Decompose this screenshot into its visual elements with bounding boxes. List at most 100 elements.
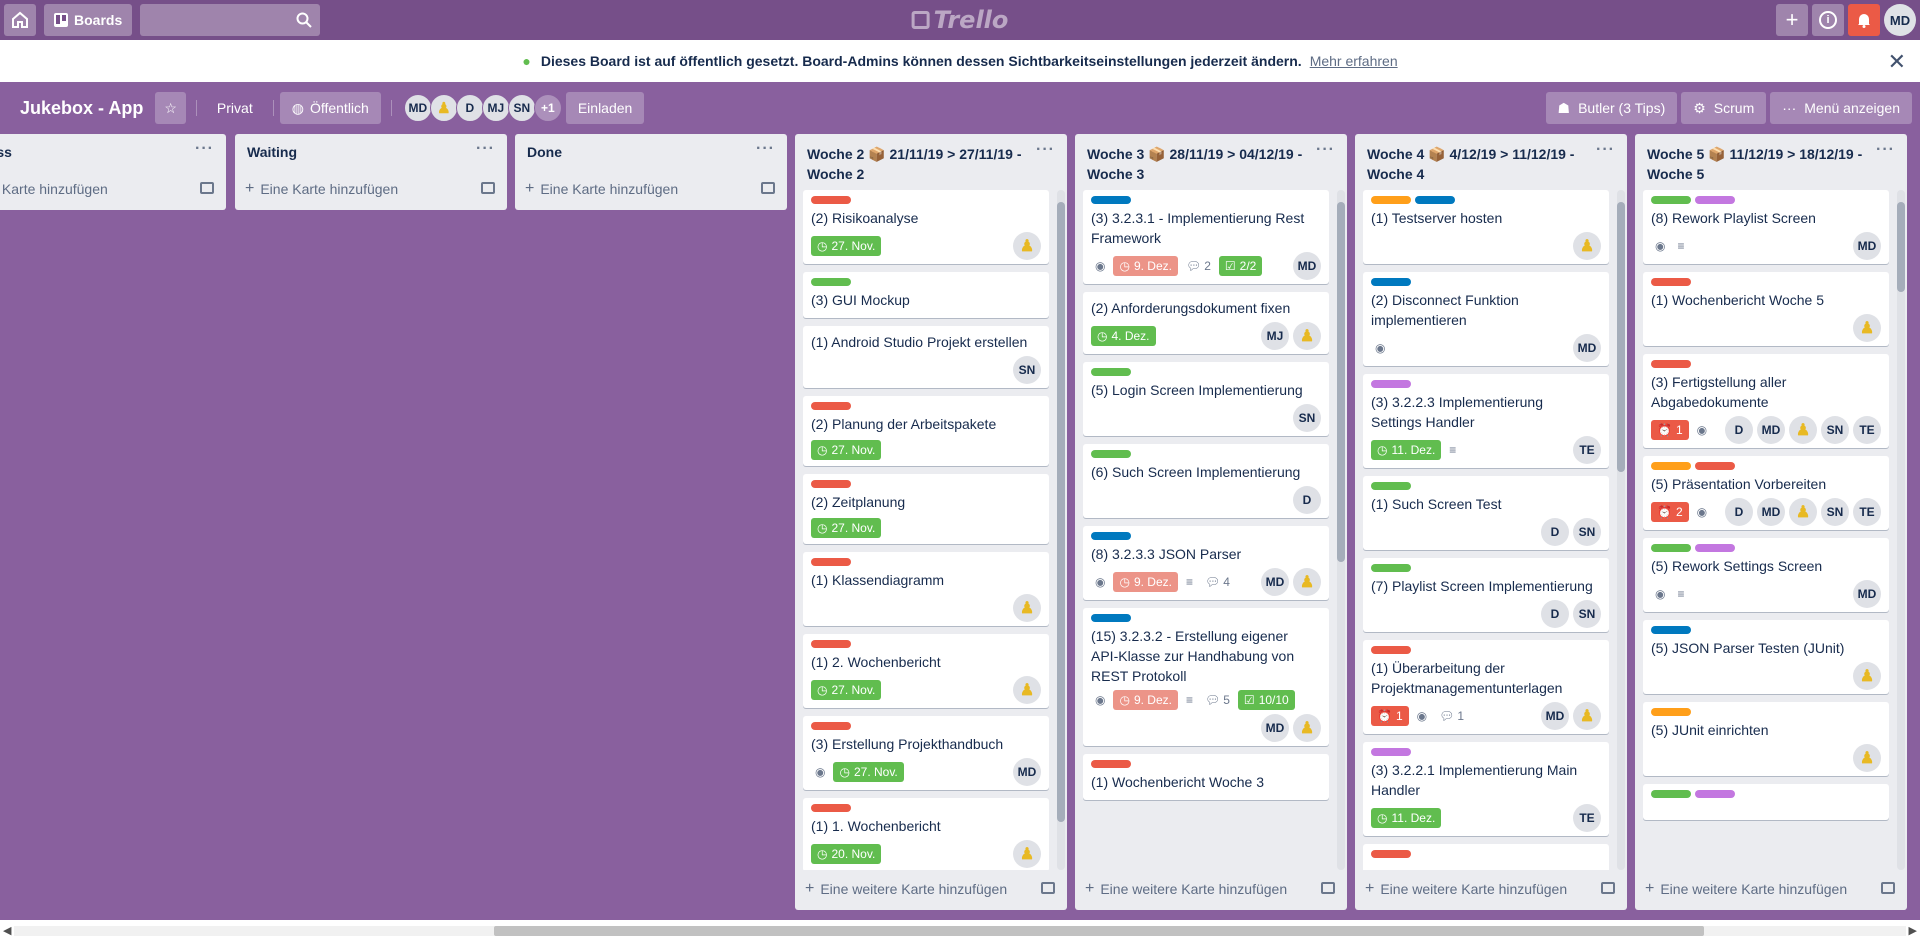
label-purple[interactable] <box>1695 196 1735 204</box>
member-avatar[interactable]: D <box>455 94 484 122</box>
label-purple[interactable] <box>1695 790 1735 798</box>
card[interactable]: (3) 3.2.3.1 - Implementierung Rest Frame… <box>1083 190 1329 284</box>
card[interactable]: (5) Login Screen Implementierung SN <box>1083 362 1329 436</box>
member-avatar-duck[interactable]: ♟ <box>1853 744 1881 772</box>
card[interactable]: (5) Rework Settings Screen ◉ ≡ MD <box>1643 538 1889 612</box>
card[interactable]: (3) 3.2.2.3 Implementierung Settings Han… <box>1363 374 1609 468</box>
member-avatar[interactable]: D <box>1541 518 1569 546</box>
scrum-button[interactable]: ⚙ Scrum <box>1681 92 1767 124</box>
label-blue[interactable] <box>1651 626 1691 634</box>
label-red[interactable] <box>1371 850 1411 858</box>
trello-logo[interactable]: Trello <box>911 6 1008 34</box>
more-members[interactable]: +1 <box>533 94 562 122</box>
member-avatar[interactable]: SN <box>1013 356 1041 384</box>
scroll-right-icon[interactable]: ▶ <box>1909 924 1917 937</box>
member-avatar-duck[interactable]: ♟ <box>1013 676 1041 704</box>
card[interactable]: (2) Zeitplanung ◷ 27. Nov. <box>803 474 1049 544</box>
due-date-badge[interactable]: ◷ 20. Nov. <box>811 844 882 864</box>
member-avatar[interactable]: MD <box>1013 758 1041 786</box>
list-header[interactable]: Woche 5 📦 11/12/19 > 18/12/19 - Woche 5 ·… <box>1635 134 1907 190</box>
list-scrollbar[interactable] <box>1617 190 1625 870</box>
card[interactable]: (1) Wochenbericht Woche 3 <box>1083 754 1329 800</box>
card-template-icon[interactable] <box>1321 882 1335 894</box>
card[interactable]: (8) Rework Playlist Screen ◉ ≡ MD <box>1643 190 1889 264</box>
member-avatar[interactable]: MD <box>1293 252 1321 280</box>
card-template-icon[interactable] <box>1881 882 1895 894</box>
member-avatar-duck[interactable]: ♟ <box>1293 714 1321 742</box>
card[interactable]: (8) 3.2.3.3 JSON Parser ◉ ◷ 9. Dez. ≡ 💬︎ 4 MD ♟ <box>1083 526 1329 600</box>
member-avatar-duck[interactable]: ♟ <box>1013 840 1041 868</box>
member-avatar[interactable]: MJ <box>481 94 510 122</box>
home-button[interactable] <box>4 4 36 36</box>
label-red[interactable] <box>811 640 851 648</box>
list-menu-icon[interactable]: ··· <box>1596 140 1615 160</box>
label-purple[interactable] <box>1371 748 1411 756</box>
label-green[interactable] <box>1371 564 1411 572</box>
member-avatar[interactable]: MD <box>1261 568 1289 596</box>
list-scrollbar-thumb[interactable] <box>1617 202 1625 472</box>
card[interactable]: (6) Such Screen Implementierung D <box>1083 444 1329 518</box>
label-red[interactable] <box>1371 646 1411 654</box>
list-title[interactable]: ogress <box>0 144 12 160</box>
label-red[interactable] <box>811 196 851 204</box>
label-blue[interactable] <box>1091 532 1131 540</box>
card[interactable]: (1) Such Screen Test D SN <box>1363 476 1609 550</box>
card[interactable]: (1) Überarbeitung der Projektmanagementu… <box>1363 640 1609 734</box>
add-card-button[interactable]: + Eine weitere Karte hinzufügen <box>1075 870 1347 908</box>
member-avatar[interactable]: SN <box>1821 416 1849 444</box>
card[interactable]: (1) 1. Wochenbericht ◷ 20. Nov. ♟ <box>803 798 1049 870</box>
card[interactable] <box>1643 784 1889 820</box>
card-template-icon[interactable] <box>481 182 495 194</box>
member-avatar[interactable]: SN <box>507 94 536 122</box>
member-avatar[interactable]: MD <box>403 94 432 122</box>
list-title[interactable]: Woche 2 📦 21/11/19 > 27/11/19 - Woche 2 <box>807 144 1055 184</box>
label-blue[interactable] <box>1371 278 1411 286</box>
card[interactable]: (5) Präsentation Vorbereiten ⏰ 2 ◉ D MD ♟ SN TE <box>1643 456 1889 530</box>
member-avatar[interactable]: D <box>1293 486 1321 514</box>
board-title[interactable]: Jukebox - App <box>12 98 151 119</box>
list-scrollbar-thumb[interactable] <box>1337 202 1345 562</box>
card[interactable]: (1) Wochenbericht Woche 5 ♟ <box>1643 272 1889 346</box>
boards-button[interactable]: Boards <box>44 4 133 36</box>
member-avatar[interactable]: MD <box>1757 498 1785 526</box>
list-title[interactable]: Woche 3 📦 28/11/19 > 04/12/19 - Woche 3 <box>1087 144 1335 184</box>
label-red[interactable] <box>1651 278 1691 286</box>
add-card-button[interactable]: + Eine Karte hinzufügen <box>235 170 507 208</box>
list-scrollbar[interactable] <box>1057 190 1065 870</box>
member-avatar-duck[interactable]: ♟ <box>1013 232 1041 260</box>
label-purple[interactable] <box>1695 544 1735 552</box>
label-orange[interactable] <box>1371 196 1411 204</box>
card[interactable]: (15) 3.2.3.2 - Erstellung eigener API-Kl… <box>1083 608 1329 746</box>
card[interactable]: (3) Erstellung Projekthandbuch ◉ ◷ 27. Nov.… <box>803 716 1049 790</box>
label-green[interactable] <box>1651 196 1691 204</box>
card-template-icon[interactable] <box>1601 882 1615 894</box>
label-green[interactable] <box>1651 790 1691 798</box>
list-scrollbar-thumb[interactable] <box>1057 202 1065 822</box>
label-red[interactable] <box>1695 462 1735 470</box>
member-avatar-duck[interactable]: ♟ <box>1573 232 1601 260</box>
due-date-badge[interactable]: ◷ 11. Dez. <box>1371 808 1442 828</box>
label-blue[interactable] <box>1091 614 1131 622</box>
card[interactable]: (3) GUI Mockup <box>803 272 1049 318</box>
member-avatar[interactable]: MD <box>1853 232 1881 260</box>
card[interactable]: (1) 2. Wochenbericht ◷ 27. Nov. ♟ <box>803 634 1049 708</box>
member-avatar-duck[interactable]: ♟ <box>1853 662 1881 690</box>
add-card-button[interactable]: + Eine weitere Karte hinzufügen <box>1635 870 1907 908</box>
notifications-button[interactable] <box>1848 4 1880 36</box>
due-date-badge[interactable]: ◷ 4. Dez. <box>1091 326 1156 346</box>
card[interactable]: (2) Risikoanalyse ◷ 27. Nov. ♟ <box>803 190 1049 264</box>
label-green[interactable] <box>1371 482 1411 490</box>
card[interactable]: (2) Anforderungsdokument fixen ◷ 4. Dez. MJ… <box>1083 292 1329 354</box>
close-icon[interactable]: ✕ <box>1888 49 1906 75</box>
card[interactable]: (5) JSON Parser Testen (JUnit) ♟ <box>1643 620 1889 694</box>
label-orange[interactable] <box>1651 462 1691 470</box>
list-menu-icon[interactable]: ··· <box>1316 140 1335 160</box>
member-avatar-duck[interactable]: ♟ <box>1789 498 1817 526</box>
list-header[interactable]: Done ··· <box>515 134 787 170</box>
list-scrollbar[interactable] <box>1337 190 1345 870</box>
list-header[interactable]: Woche 4 📦 4/12/19 > 11/12/19 - Woche 4 ··… <box>1355 134 1627 190</box>
list-menu-icon[interactable]: ··· <box>1036 140 1055 160</box>
public-visibility-button[interactable]: ◍ Öffentlich <box>279 92 381 124</box>
label-blue[interactable] <box>1091 196 1131 204</box>
due-date-badge[interactable]: ◷ 27. Nov. <box>833 762 904 782</box>
